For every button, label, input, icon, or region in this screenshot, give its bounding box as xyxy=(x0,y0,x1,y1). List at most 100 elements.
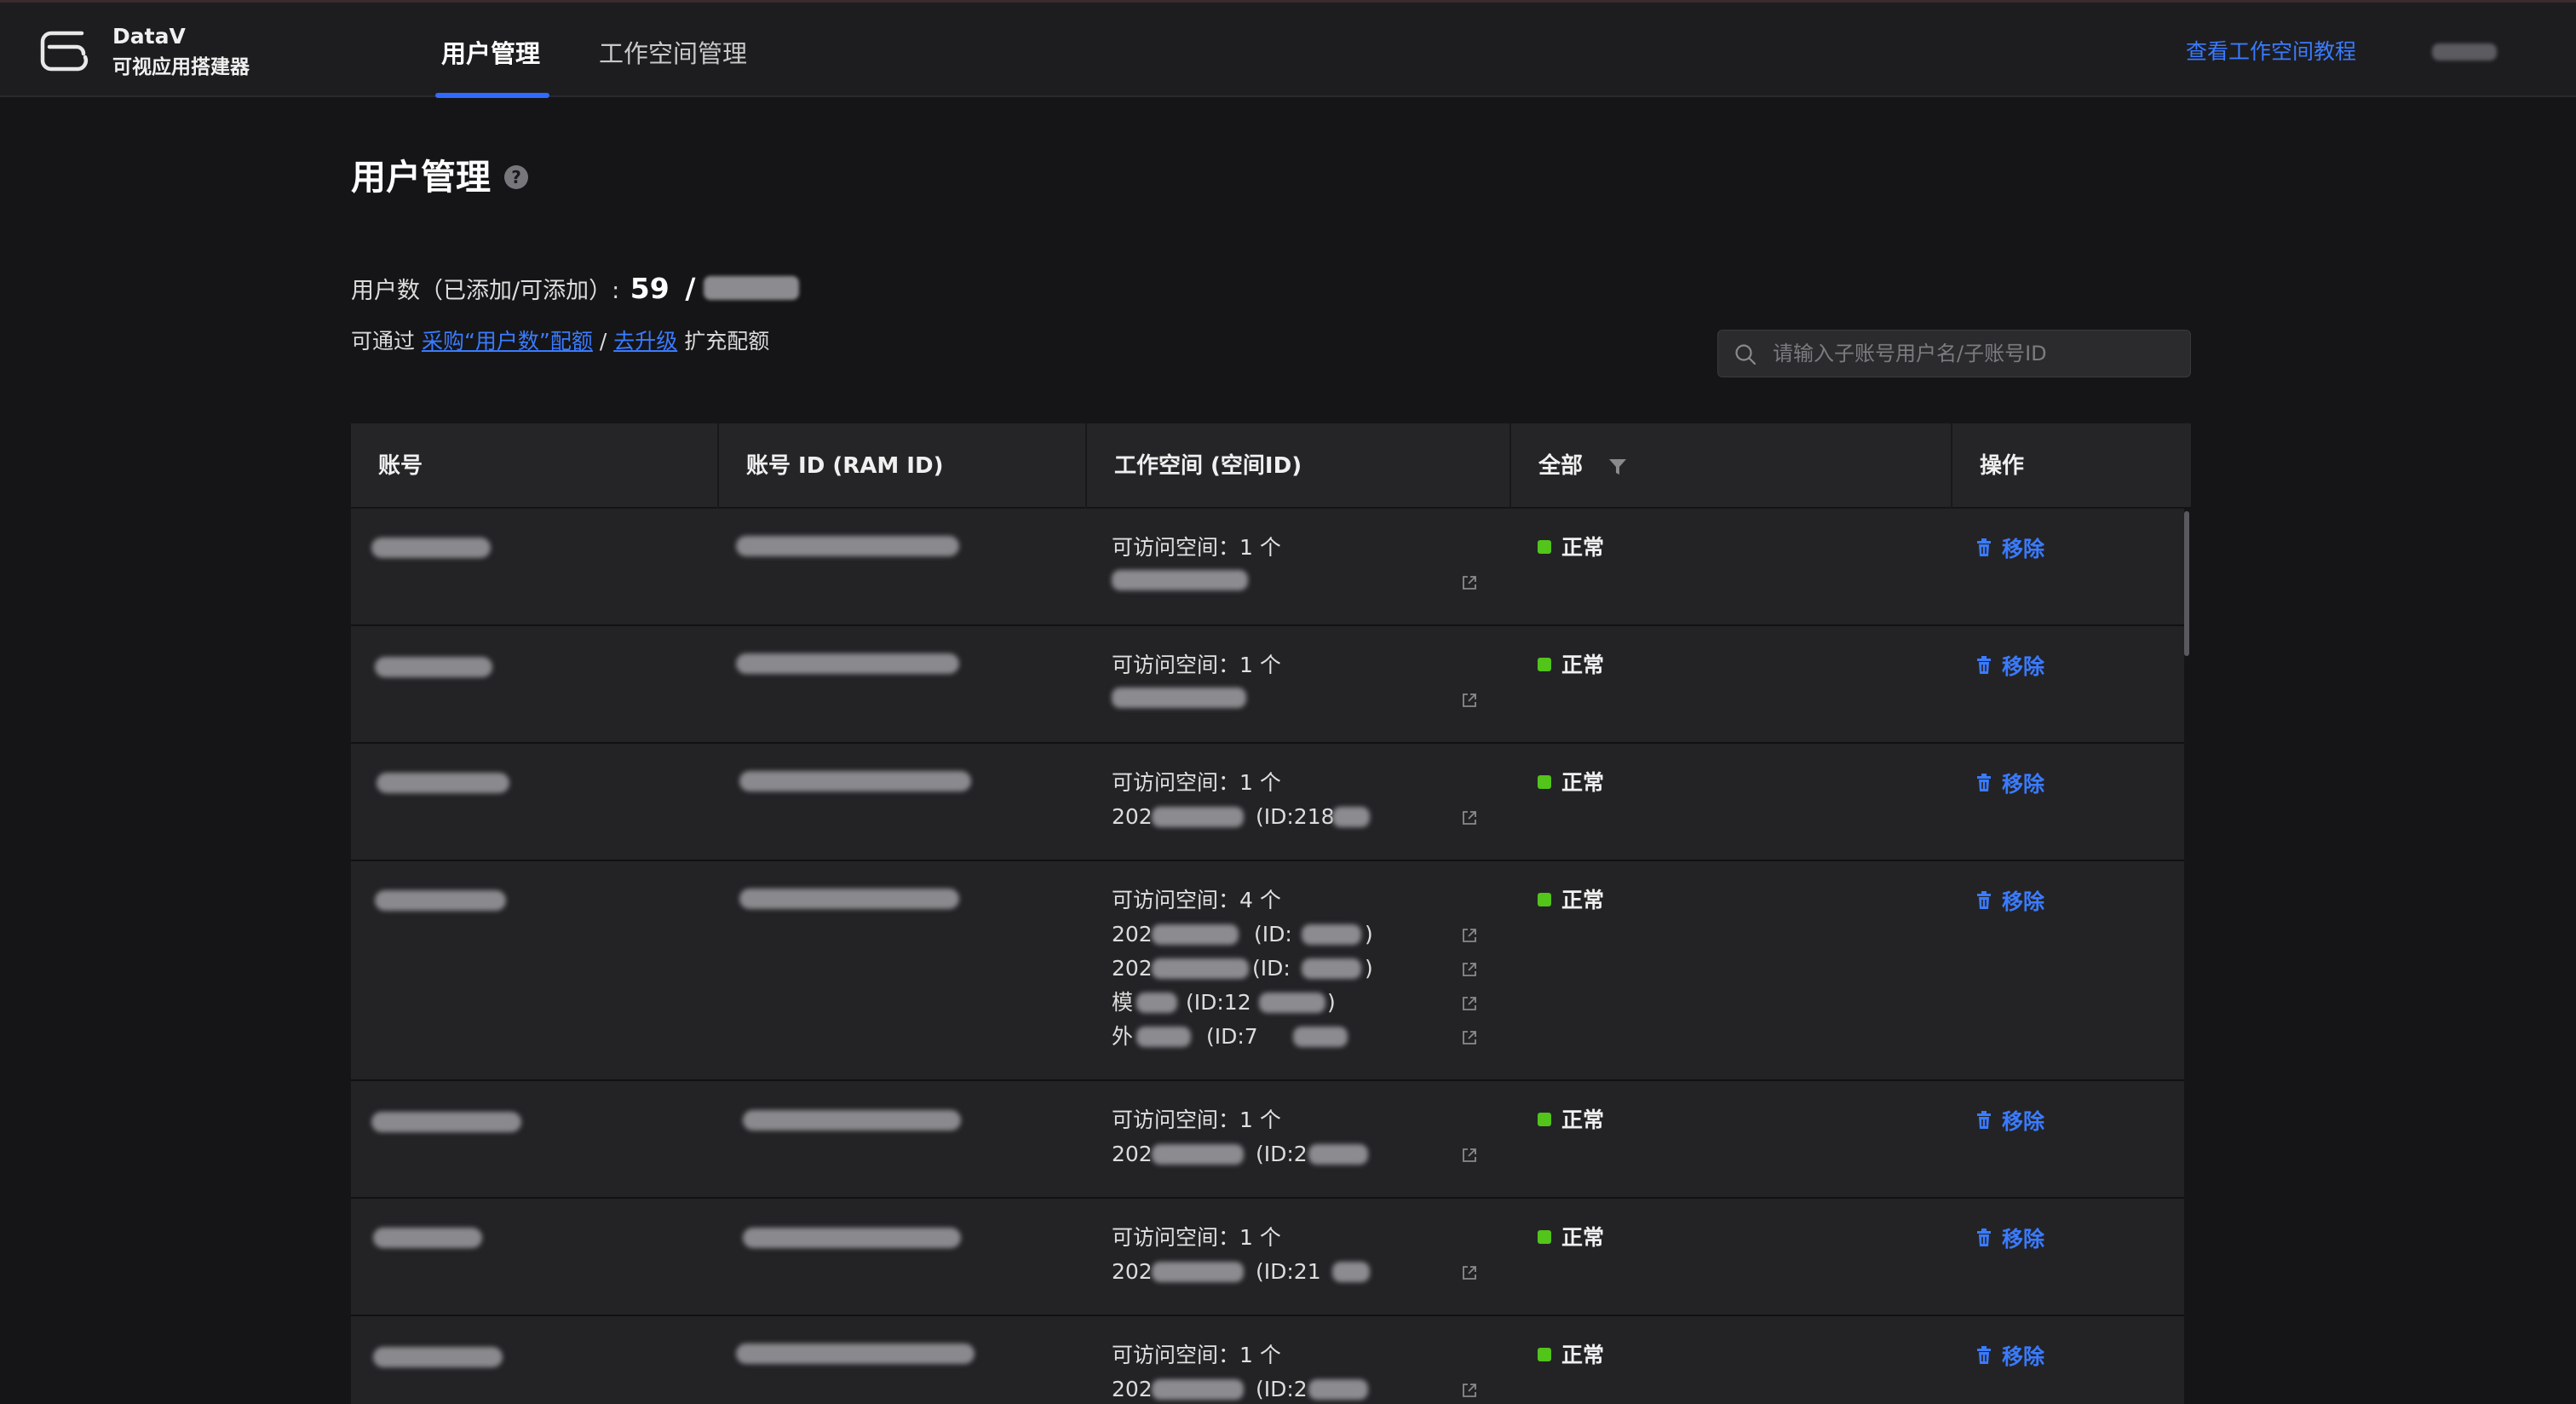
quota-help-suffix: 扩充配额 xyxy=(684,329,770,354)
remove-button[interactable]: 移除 xyxy=(1976,650,2044,684)
external-link-icon[interactable] xyxy=(1460,1381,1479,1400)
remove-button[interactable]: 移除 xyxy=(1976,1105,2044,1139)
workspace-name-redacted xyxy=(1152,958,1249,979)
status-normal: 正常 xyxy=(1538,1338,1604,1372)
account-name-redacted xyxy=(375,890,506,911)
app-brand[interactable]: DataV 可视应用搭建器 xyxy=(112,21,250,83)
status-text: 正常 xyxy=(1561,1343,1605,1367)
workspace-id-redacted xyxy=(1308,1379,1368,1400)
search-input[interactable] xyxy=(1771,331,2180,377)
external-link-icon[interactable] xyxy=(1460,1146,1479,1165)
workspace-name-redacted xyxy=(1136,993,1177,1013)
external-link-icon[interactable] xyxy=(1460,1263,1479,1282)
remove-label: 移除 xyxy=(2002,537,2045,561)
datav-logo-icon[interactable] xyxy=(37,28,90,72)
page-title: 用户管理 xyxy=(351,157,491,198)
workspace-name-prefix: 202 xyxy=(1112,922,1153,947)
status-normal: 正常 xyxy=(1538,531,1604,565)
workspace-name-redacted xyxy=(1112,570,1248,590)
remove-button[interactable]: 移除 xyxy=(1976,1223,2044,1257)
account-name-redacted xyxy=(371,1112,521,1132)
workspace-name-redacted xyxy=(1152,1144,1244,1165)
remove-button[interactable]: 移除 xyxy=(1976,885,2044,919)
workspace-name-prefix: 模 xyxy=(1112,990,1134,1015)
workspace-tutorial-link[interactable]: 查看工作空间教程 xyxy=(2186,35,2356,69)
ram-id-redacted xyxy=(739,889,959,909)
workspace-count: 可访问空间：1 个 xyxy=(1112,770,1281,795)
filter-icon[interactable] xyxy=(1607,456,1629,478)
table-scrollbar[interactable] xyxy=(2184,511,2189,656)
status-filter-label: 全部 xyxy=(1538,453,1584,479)
remove-button[interactable]: 移除 xyxy=(1976,768,2044,802)
app-subtitle: 可视应用搭建器 xyxy=(112,56,250,78)
status-text: 正常 xyxy=(1561,770,1605,795)
purchase-quota-link[interactable]: 采购“用户数”配额 xyxy=(422,329,593,354)
user-avatar[interactable] xyxy=(2432,43,2497,60)
workspace-name-redacted xyxy=(1152,1379,1244,1400)
workspace-count: 可访问空间：4 个 xyxy=(1112,888,1281,912)
workspace-count: 可访问空间：1 个 xyxy=(1112,1108,1281,1132)
trash-icon xyxy=(1977,774,1991,791)
external-link-icon[interactable] xyxy=(1460,926,1479,945)
trash-icon xyxy=(1977,538,1991,556)
trash-icon xyxy=(1977,1228,1991,1246)
external-link-icon[interactable] xyxy=(1460,573,1479,592)
tab-workspace-management[interactable]: 工作空间管理 xyxy=(599,35,747,72)
status-text: 正常 xyxy=(1561,1225,1605,1250)
workspace-name-redacted xyxy=(1152,1262,1244,1282)
external-link-icon[interactable] xyxy=(1460,960,1479,979)
ram-id-redacted xyxy=(736,653,959,674)
workspace-id-close: ) xyxy=(1365,922,1373,947)
account-name-redacted xyxy=(373,1347,503,1367)
status-normal: 正常 xyxy=(1538,1221,1604,1255)
status-text: 正常 xyxy=(1561,653,1605,677)
status-dot-icon xyxy=(1538,1348,1551,1361)
status-dot-icon xyxy=(1538,540,1551,554)
table-row: 可访问空间：1 个 202 (ID:21 正常 移除 xyxy=(351,1199,2184,1316)
workspace-id: (ID: xyxy=(1252,956,1291,981)
status-dot-icon xyxy=(1538,1230,1551,1244)
external-link-icon[interactable] xyxy=(1460,808,1479,827)
question-circle-icon[interactable]: ? xyxy=(504,165,528,189)
workspace-name-redacted xyxy=(1112,688,1246,708)
workspace-count: 可访问空间：1 个 xyxy=(1112,535,1281,560)
column-header-ram-id: 账号 ID (RAM ID) xyxy=(719,423,1087,509)
app-name: DataV xyxy=(112,24,186,49)
status-text: 正常 xyxy=(1561,1108,1605,1132)
workspace-id-redacted xyxy=(1302,924,1361,945)
quota-help-text: 可通过 采购“用户数”配额 / 去升级 扩充配额 xyxy=(351,325,769,358)
workspace-name-prefix: 外 xyxy=(1112,1024,1134,1049)
top-navigation-bar: DataV 可视应用搭建器 用户管理 工作空间管理 查看工作空间教程 xyxy=(0,0,2576,98)
remove-label: 移除 xyxy=(2002,889,2045,914)
external-link-icon[interactable] xyxy=(1460,994,1479,1013)
status-text: 正常 xyxy=(1561,888,1605,912)
upgrade-link[interactable]: 去升级 xyxy=(613,329,677,354)
remove-button[interactable]: 移除 xyxy=(1976,1340,2044,1374)
workspace-id: (ID:2 xyxy=(1256,1142,1308,1166)
external-link-icon[interactable] xyxy=(1460,1028,1479,1047)
external-link-icon[interactable] xyxy=(1460,691,1479,710)
account-name-redacted xyxy=(377,773,509,793)
workspace-id: (ID:2 xyxy=(1256,1377,1308,1401)
ram-id-redacted xyxy=(743,1110,961,1131)
workspace-entry: 202 xyxy=(1112,800,1153,834)
workspace-name-prefix: 202 xyxy=(1112,1142,1153,1166)
account-name-redacted xyxy=(373,1228,482,1248)
workspace-id-redacted xyxy=(1332,1262,1370,1282)
search-box[interactable] xyxy=(1717,330,2191,377)
tab-user-management[interactable]: 用户管理 xyxy=(441,35,540,72)
workspace-id-close: ) xyxy=(1365,956,1373,981)
remove-button[interactable]: 移除 xyxy=(1976,532,2044,567)
status-dot-icon xyxy=(1538,775,1551,789)
workspace-name-redacted xyxy=(1152,807,1244,827)
account-name-redacted xyxy=(375,657,492,677)
ram-id-redacted xyxy=(743,1228,961,1248)
status-normal: 正常 xyxy=(1538,1103,1604,1137)
workspace-id-redacted xyxy=(1259,993,1325,1013)
table-row: 可访问空间：1 个 202 (ID:2 正常 移除 xyxy=(351,1081,2184,1199)
column-header-status[interactable]: 全部 xyxy=(1511,423,1952,509)
workspace-id-close: ) xyxy=(1327,990,1336,1015)
remove-label: 移除 xyxy=(2002,654,2045,679)
status-normal: 正常 xyxy=(1538,883,1604,918)
table-row: 可访问空间：4 个 202 (ID: ) 202 (ID: ) 模 (ID:12… xyxy=(351,861,2184,1081)
